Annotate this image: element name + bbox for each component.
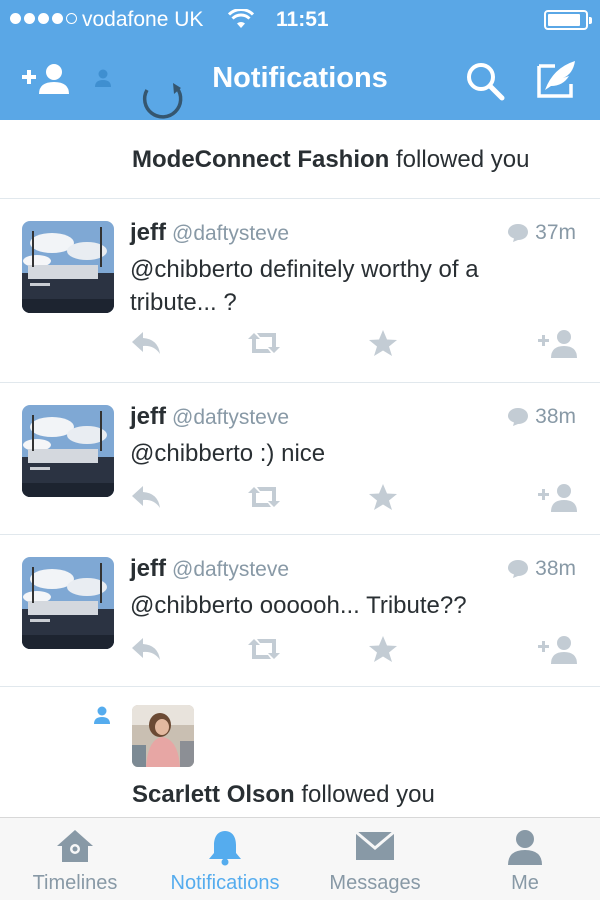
list-item[interactable]: Scarlett Olson followed you [0,687,600,817]
tab-label: Messages [329,872,421,894]
wifi-icon [227,8,255,34]
tweet-author[interactable]: jeff @daftysteve [130,219,289,247]
follow-notification-text: ModeConnect Fashion followed you [132,146,529,174]
author-name: jeff [130,403,166,430]
tab-label: Me [511,872,539,894]
page-title: Notifications [212,62,388,94]
list-item[interactable]: ModeConnect Fashion followed you [0,120,600,199]
follow-notification-text: Scarlett Olson followed you [132,781,435,809]
signal-strength-icon [10,13,77,24]
avatar[interactable] [22,221,114,313]
add-user-icon[interactable] [538,635,578,670]
tweet-age: 38m [535,557,576,580]
tweet-time: 38m [507,557,576,581]
avatar[interactable] [22,557,114,649]
speech-bubble-icon [508,408,529,426]
tab-bar: Timelines Notifications Messages Me [0,817,600,900]
reply-icon[interactable] [130,635,162,668]
add-user-icon[interactable] [538,483,578,518]
home-icon [55,828,95,869]
person-icon [505,828,545,871]
reply-icon[interactable] [130,483,162,516]
tab-me[interactable]: Me [450,818,600,900]
compose-tweet-icon[interactable] [535,58,579,105]
author-handle: @daftysteve [172,406,290,429]
follow-action: followed you [396,146,530,173]
tweet-author[interactable]: jeff @daftysteve [130,555,289,583]
tweet-actions [130,483,578,515]
person-icon [92,705,112,730]
speech-bubble-icon [508,560,529,578]
tweet-text: @chibberto :) nice [130,440,326,467]
tweet-actions [130,635,578,667]
envelope-icon [354,828,396,867]
tweet-author[interactable]: jeff @daftysteve [130,403,289,431]
bell-icon [205,828,245,871]
tab-label: Timelines [32,872,118,894]
search-icon[interactable] [464,60,506,107]
tweet-time: 37m [507,221,576,245]
clock: 11:51 [276,8,329,31]
follow-action: followed you [301,781,435,808]
notifications-list: ModeConnect Fashion followed you jeff @da… [0,120,600,817]
retweet-icon[interactable] [246,329,282,362]
author-name: jeff [130,555,166,582]
tweet-text: @chibberto definitely worthy of a tribut… [130,256,479,316]
carrier-name: vodafone UK [82,8,204,31]
star-icon[interactable] [368,635,398,668]
star-icon[interactable] [368,329,398,362]
status-bar: vodafone UK 11:51 [0,0,600,40]
reply-icon[interactable] [130,329,162,362]
avatar[interactable] [132,705,194,767]
retweet-icon[interactable] [246,635,282,668]
battery-icon [544,10,592,30]
tab-messages[interactable]: Messages [300,818,450,900]
author-name: jeff [130,219,166,246]
add-user-icon[interactable] [538,329,578,364]
star-icon[interactable] [368,483,398,516]
follower-name[interactable]: Scarlett Olson [132,781,295,808]
table-row[interactable]: jeff @daftysteve 38m @chibberto :) nice [0,383,600,535]
top-bar: vodafone UK 11:51 Notifications [0,0,600,120]
author-handle: @daftysteve [172,558,290,581]
tweet-age: 37m [535,221,576,244]
speech-bubble-icon [508,224,529,242]
tab-notifications[interactable]: Notifications [150,818,300,900]
retweet-icon[interactable] [246,483,282,516]
tweet-time: 38m [507,405,576,429]
tab-label: Notifications [170,872,280,894]
tweet-age: 38m [535,405,576,428]
author-handle: @daftysteve [172,222,290,245]
table-row[interactable]: jeff @daftysteve 38m @chibberto oooooh...… [0,535,600,687]
avatar[interactable] [22,405,114,497]
tab-timelines[interactable]: Timelines [0,818,150,900]
follower-name[interactable]: ModeConnect Fashion [132,146,389,173]
table-row[interactable]: jeff @daftysteve 37m @chibberto definitel… [0,199,600,383]
tweet-text: @chibberto oooooh... Tribute?? [130,592,467,619]
tweet-actions [130,329,578,361]
